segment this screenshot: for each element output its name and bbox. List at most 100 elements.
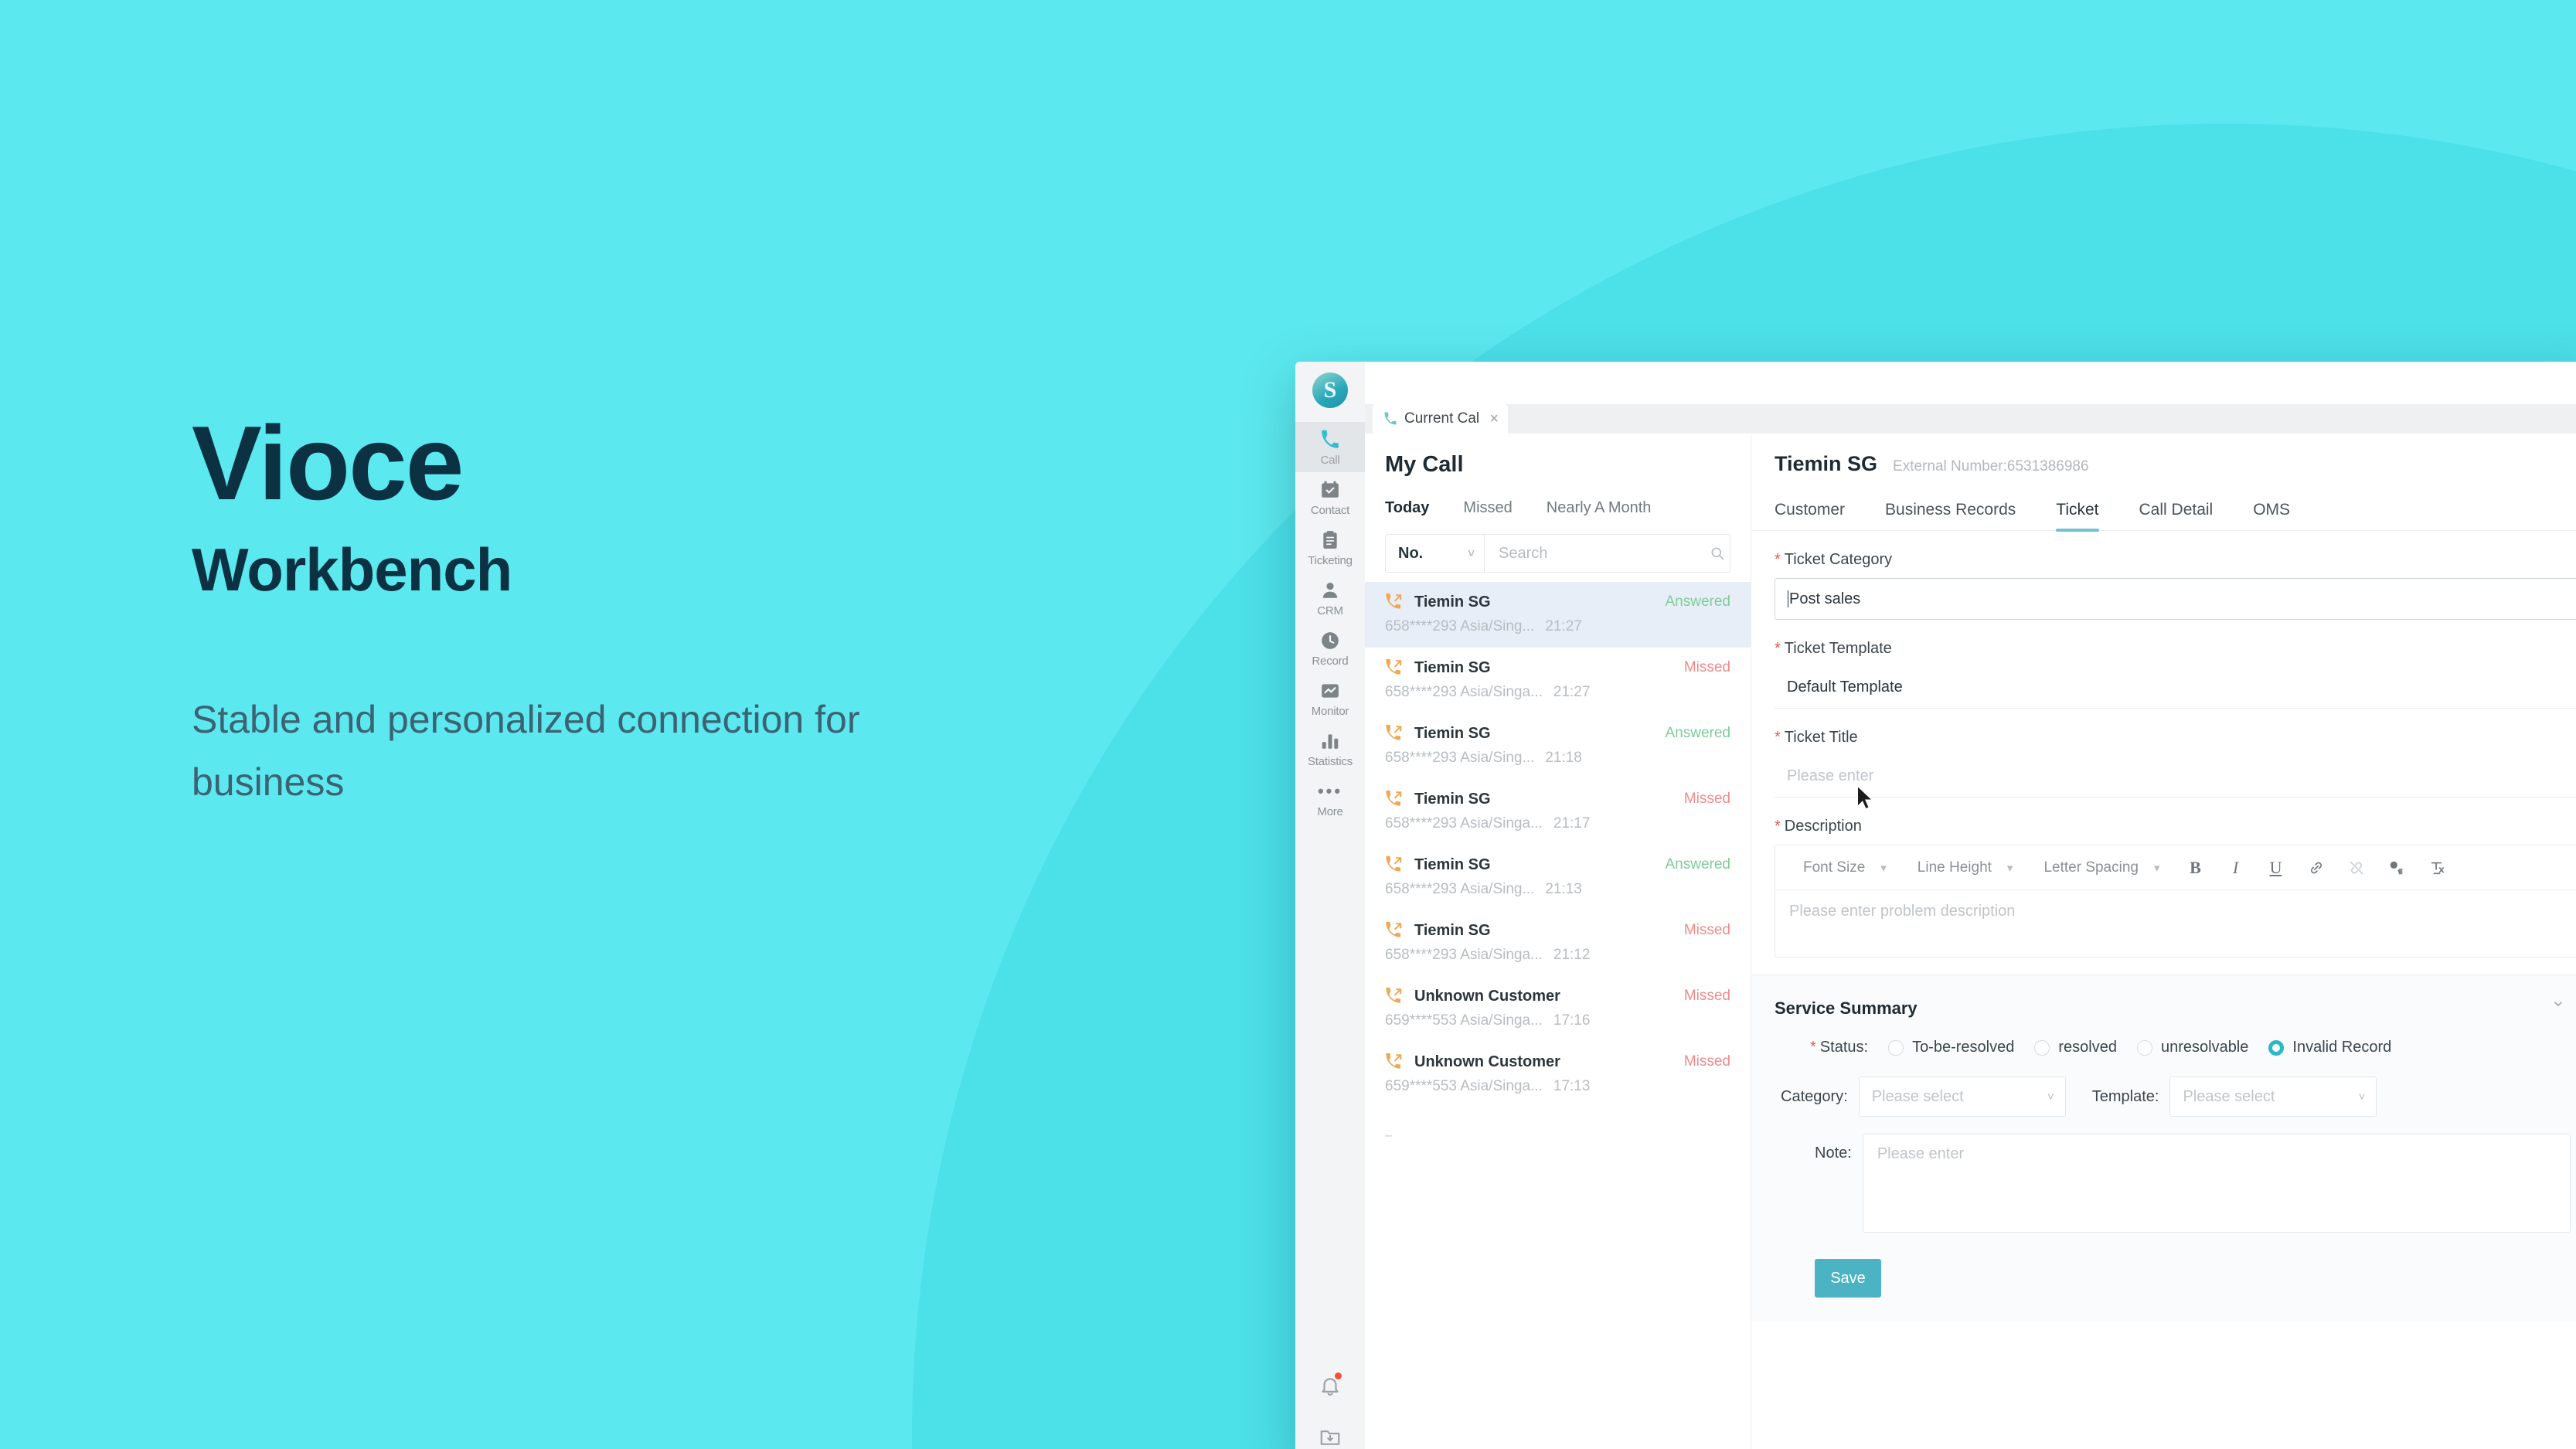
radio-label: Invalid Record: [2292, 1039, 2392, 1056]
call-time: 21:12: [1553, 947, 1591, 963]
call-list-item[interactable]: Unknown Customer Missed 659****553 Asia/Si…: [1365, 976, 1751, 1042]
call-list[interactable]: Tiemin SG Answered 658****293 Asia/Sing...…: [1365, 576, 1751, 1449]
summary-template-select[interactable]: Please select ˅: [2169, 1077, 2377, 1117]
detail-panel: Tiemin SG External Number:6531386986 Cus…: [1751, 434, 2576, 1449]
call-time: 21:27: [1545, 618, 1582, 634]
bar-chart-icon: [1319, 730, 1341, 752]
chevron-down-icon[interactable]: ⌄: [2550, 989, 2566, 1012]
sidebar-item-ticketing[interactable]: Ticketing: [1295, 522, 1365, 573]
tab-customer[interactable]: Customer: [1775, 501, 1845, 530]
radio-unresolvable[interactable]: unresolvable: [2136, 1039, 2248, 1056]
contact-book-icon: [1319, 479, 1341, 501]
description-editor: Font Size ▾ Line Height ▾ Letter Spacing…: [1775, 845, 2576, 957]
close-icon[interactable]: ×: [1489, 411, 1499, 427]
tab-business-records[interactable]: Business Records: [1885, 501, 2016, 530]
letter-spacing-select[interactable]: Letter Spacing ▾: [2028, 859, 2175, 876]
clear-format-icon[interactable]: [2417, 859, 2457, 876]
summary-category-select[interactable]: Please select ˅: [1858, 1077, 2066, 1117]
call-contact-name: Tiemin SG: [1414, 593, 1491, 611]
ticket-category-label: * Ticket Category: [1775, 551, 2576, 569]
save-row: Save: [1775, 1233, 2576, 1321]
ticket-form: * Ticket Category Post sales * Ticket Temp…: [1751, 531, 2576, 1449]
sidebar-item-contact[interactable]: Contact: [1295, 472, 1365, 522]
radio-invalid-record[interactable]: Invalid Record: [2268, 1039, 2391, 1056]
search-input[interactable]: [1499, 544, 1703, 563]
font-size-select[interactable]: Font Size ▾: [1788, 859, 1902, 876]
call-time: 21:18: [1545, 750, 1582, 766]
call-number: 658****293 Asia/Singa...: [1385, 684, 1543, 700]
sidebar-item-statistics[interactable]: Statistics: [1295, 723, 1365, 774]
folder-download-icon[interactable]: [1319, 1425, 1342, 1448]
ticket-category-value: Post sales: [1789, 590, 1861, 607]
unlink-icon[interactable]: [2336, 859, 2377, 876]
call-time: 21:27: [1553, 684, 1591, 700]
chevron-down-icon: ▾: [2006, 861, 2013, 875]
ticket-template-input[interactable]: Default Template: [1775, 667, 2576, 709]
underline-icon[interactable]: U: [2256, 858, 2296, 878]
sidebar-label-call: Call: [1320, 454, 1340, 467]
save-button[interactable]: Save: [1815, 1259, 1881, 1298]
call-list-item[interactable]: Tiemin SG Missed 658****293 Asia/Singa... 2…: [1365, 779, 1751, 845]
tab-strip: Current Cal ×: [1365, 404, 2576, 434]
radio-resolved[interactable]: resolved: [2034, 1039, 2117, 1056]
summary-template-label: Template:: [2091, 1087, 2159, 1105]
tab-current-call[interactable]: Current Cal ×: [1373, 404, 1508, 434]
search-field-select[interactable]: No. ˅: [1386, 535, 1485, 572]
tab-oms[interactable]: OMS: [2253, 501, 2290, 530]
sidebar-item-record[interactable]: Record: [1295, 623, 1365, 673]
call-list-item[interactable]: Tiemin SG Missed 658****293 Asia/Singa... 2…: [1365, 648, 1751, 713]
filter-nearly-a-month[interactable]: Nearly A Month: [1547, 499, 1652, 517]
line-height-select[interactable]: Line Height ▾: [1902, 859, 2029, 876]
detail-header: Tiemin SG External Number:6531386986: [1751, 434, 2576, 476]
sidebar-item-more[interactable]: ••• More: [1295, 774, 1365, 824]
call-contact-name: Tiemin SG: [1414, 790, 1491, 808]
call-list-item[interactable]: Tiemin SG Missed 658****293 Asia/Singa... 2…: [1365, 910, 1751, 976]
main-area: Current Cal × My Call Today Missed Nearl…: [1365, 362, 2576, 1449]
ticket-template-value: Default Template: [1787, 679, 1903, 696]
bold-icon[interactable]: B: [2176, 858, 2216, 878]
call-status-badge: Missed: [1683, 988, 1730, 1004]
call-list-item[interactable]: Tiemin SG Answered 658****293 Asia/Sing...…: [1365, 845, 1751, 910]
service-selects-row: Category: Please select ˅ Template: Plea…: [1775, 1077, 2576, 1117]
call-contact-name: Tiemin SG: [1414, 658, 1491, 676]
call-list-item[interactable]: Tiemin SG Answered 658****293 Asia/Sing...…: [1365, 582, 1751, 648]
ticket-category-input[interactable]: Post sales: [1775, 578, 2576, 620]
description-textarea[interactable]: Please enter problem description: [1775, 890, 2576, 957]
link-icon[interactable]: [2296, 859, 2336, 876]
sidebar-item-crm[interactable]: CRM: [1295, 573, 1365, 623]
italic-icon[interactable]: I: [2216, 858, 2256, 878]
call-list-item[interactable]: Unknown Customer Missed 659****553 Asia/Si…: [1365, 1042, 1751, 1107]
sidebar-item-monitor[interactable]: Monitor: [1295, 673, 1365, 723]
call-number: 658****293 Asia/Sing...: [1385, 881, 1535, 897]
service-summary-title: Service Summary: [1775, 998, 1918, 1018]
call-contact-name: Tiemin SG: [1414, 921, 1491, 939]
service-status-row: * Status: To-be-resolved resolved unreso…: [1775, 1039, 2576, 1056]
radio-to-be-resolved[interactable]: To-be-resolved: [1888, 1039, 2014, 1056]
call-time: 21:17: [1553, 815, 1591, 832]
sidebar-label-ticketing: Ticketing: [1308, 554, 1353, 567]
font-size-label: Font Size: [1803, 859, 1866, 876]
filter-today[interactable]: Today: [1385, 499, 1429, 517]
quote-icon[interactable]: [2377, 859, 2417, 876]
list-end-marker: –: [1385, 1128, 1393, 1142]
line-height-label: Line Height: [1917, 859, 1992, 876]
ticket-template-label: * Ticket Template: [1775, 640, 2576, 658]
tab-call-detail[interactable]: Call Detail: [2139, 501, 2214, 530]
call-list-item[interactable]: Tiemin SG Answered 658****293 Asia/Sing...…: [1365, 713, 1751, 779]
tab-ticket[interactable]: Ticket: [2056, 501, 2099, 532]
chevron-down-icon: ▾: [2153, 861, 2160, 875]
required-star: *: [1810, 1039, 1816, 1056]
note-textarea[interactable]: Please enter: [1862, 1134, 2571, 1233]
detail-tabs: Customer Business Records Ticket Call De…: [1751, 501, 2576, 532]
bell-icon[interactable]: [1319, 1372, 1342, 1397]
detail-customer-name: Tiemin SG: [1775, 452, 1878, 475]
brand-logo: S: [1312, 372, 1348, 408]
outgoing-call-icon: [1385, 1053, 1404, 1071]
call-number: 659****553 Asia/Singa...: [1385, 1078, 1543, 1094]
ticket-title-input[interactable]: Please enter: [1775, 756, 2576, 798]
call-contact-name: Unknown Customer: [1414, 1053, 1560, 1070]
search-icon[interactable]: [1710, 546, 1725, 561]
filter-missed[interactable]: Missed: [1463, 499, 1512, 517]
summary-template-placeholder: Please select: [2183, 1087, 2275, 1105]
sidebar-item-call[interactable]: Call: [1295, 422, 1365, 472]
